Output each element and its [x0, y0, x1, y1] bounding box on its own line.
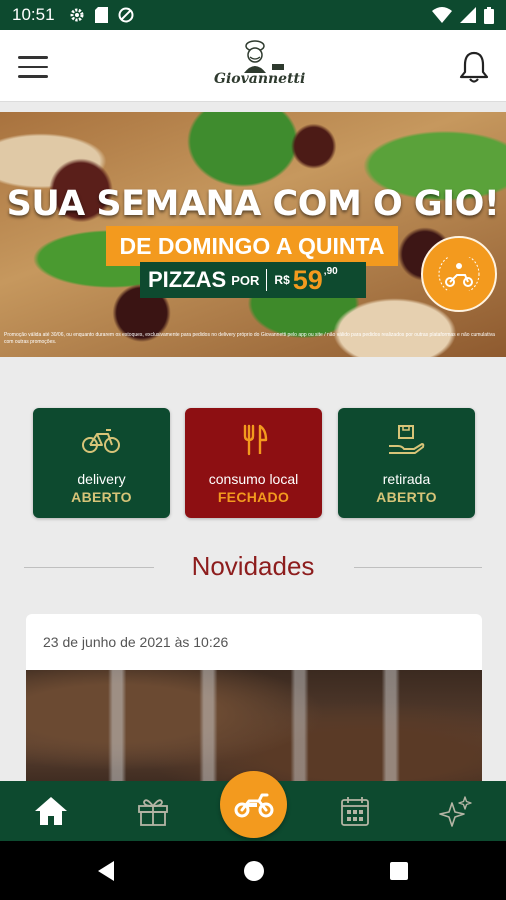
divider-right	[354, 567, 482, 568]
app-header: Giovannetti	[0, 30, 506, 102]
local-dining-button[interactable]: consumo local FECHADO	[185, 408, 322, 518]
price-divider	[266, 269, 268, 291]
delivery-seal-icon	[421, 236, 497, 312]
banner-subtitle: DE DOMINGO A QUINTA	[106, 226, 398, 266]
service-options: delivery ABERTO consumo local FECHADO re…	[33, 408, 475, 518]
banner-price-cents: ,90	[323, 266, 338, 277]
notification-bell-icon[interactable]	[458, 50, 490, 84]
menu-line	[18, 65, 48, 68]
promo-banner[interactable]: SUA SEMANA COM O GIO! DE DOMINGO A QUINT…	[0, 112, 506, 357]
logo-wordmark: Giovannetti	[214, 71, 306, 87]
service-status: FECHADO	[217, 489, 290, 505]
banner-disclaimer: Promoção válida até 30/06, ou enquanto d…	[4, 332, 495, 345]
calendar-icon[interactable]	[337, 795, 373, 827]
banner-currency: R$	[274, 273, 290, 287]
gift-icon[interactable]	[135, 795, 171, 827]
back-icon[interactable]	[96, 860, 116, 882]
sd-card-icon	[94, 7, 108, 23]
delivery-order-button[interactable]	[220, 771, 287, 838]
news-date: 23 de junho de 2021 às 10:26	[43, 634, 229, 650]
system-navigation-bar	[0, 841, 506, 900]
banner-price-label: PIZZAS	[148, 267, 227, 292]
battery-icon	[484, 6, 494, 24]
brand-logo: Giovannetti	[214, 40, 306, 94]
service-label: delivery	[77, 471, 126, 487]
pickup-button[interactable]: retirada ABERTO	[338, 408, 475, 518]
service-label: consumo local	[208, 471, 299, 487]
news-section-header: Novidades	[24, 548, 482, 588]
banner-price-tag: PIZZAS POR R$ 59 ,90	[140, 262, 366, 298]
recent-apps-icon[interactable]	[390, 862, 408, 880]
status-time: 10:51	[12, 5, 55, 24]
menu-line	[18, 75, 48, 78]
bicycle-icon	[82, 429, 120, 453]
bottom-navigation	[0, 771, 506, 841]
package-hand-icon	[389, 425, 425, 454]
app-screen: 10:51 Giovannetti SUA SEMANA COM O GIO! …	[0, 0, 506, 900]
menu-line	[18, 56, 48, 59]
home-icon[interactable]	[33, 795, 69, 827]
fork-knife-icon	[243, 424, 268, 456]
cell-signal-icon	[460, 7, 476, 23]
home-button-icon[interactable]	[244, 861, 264, 881]
gear-icon	[70, 8, 84, 22]
banner-title: SUA SEMANA COM O GIO!	[6, 184, 500, 224]
status-left-icons	[69, 7, 134, 23]
banner-price-value: 59	[292, 264, 323, 295]
scooter-icon	[438, 257, 480, 291]
service-label: retirada	[382, 471, 431, 487]
wifi-icon	[432, 7, 452, 23]
no-disturb-icon	[118, 7, 134, 23]
chef-mascot-icon	[244, 40, 284, 73]
sparkles-icon[interactable]	[438, 795, 474, 827]
banner-price-connector: POR	[231, 272, 260, 288]
service-status: ABERTO	[71, 489, 132, 505]
menu-icon[interactable]	[18, 52, 48, 80]
service-status: ABERTO	[376, 489, 437, 505]
status-bar: 10:51	[0, 0, 506, 30]
delivery-button[interactable]: delivery ABERTO	[33, 408, 170, 518]
status-right-icons	[432, 6, 494, 24]
motorcycle-icon	[234, 793, 273, 817]
